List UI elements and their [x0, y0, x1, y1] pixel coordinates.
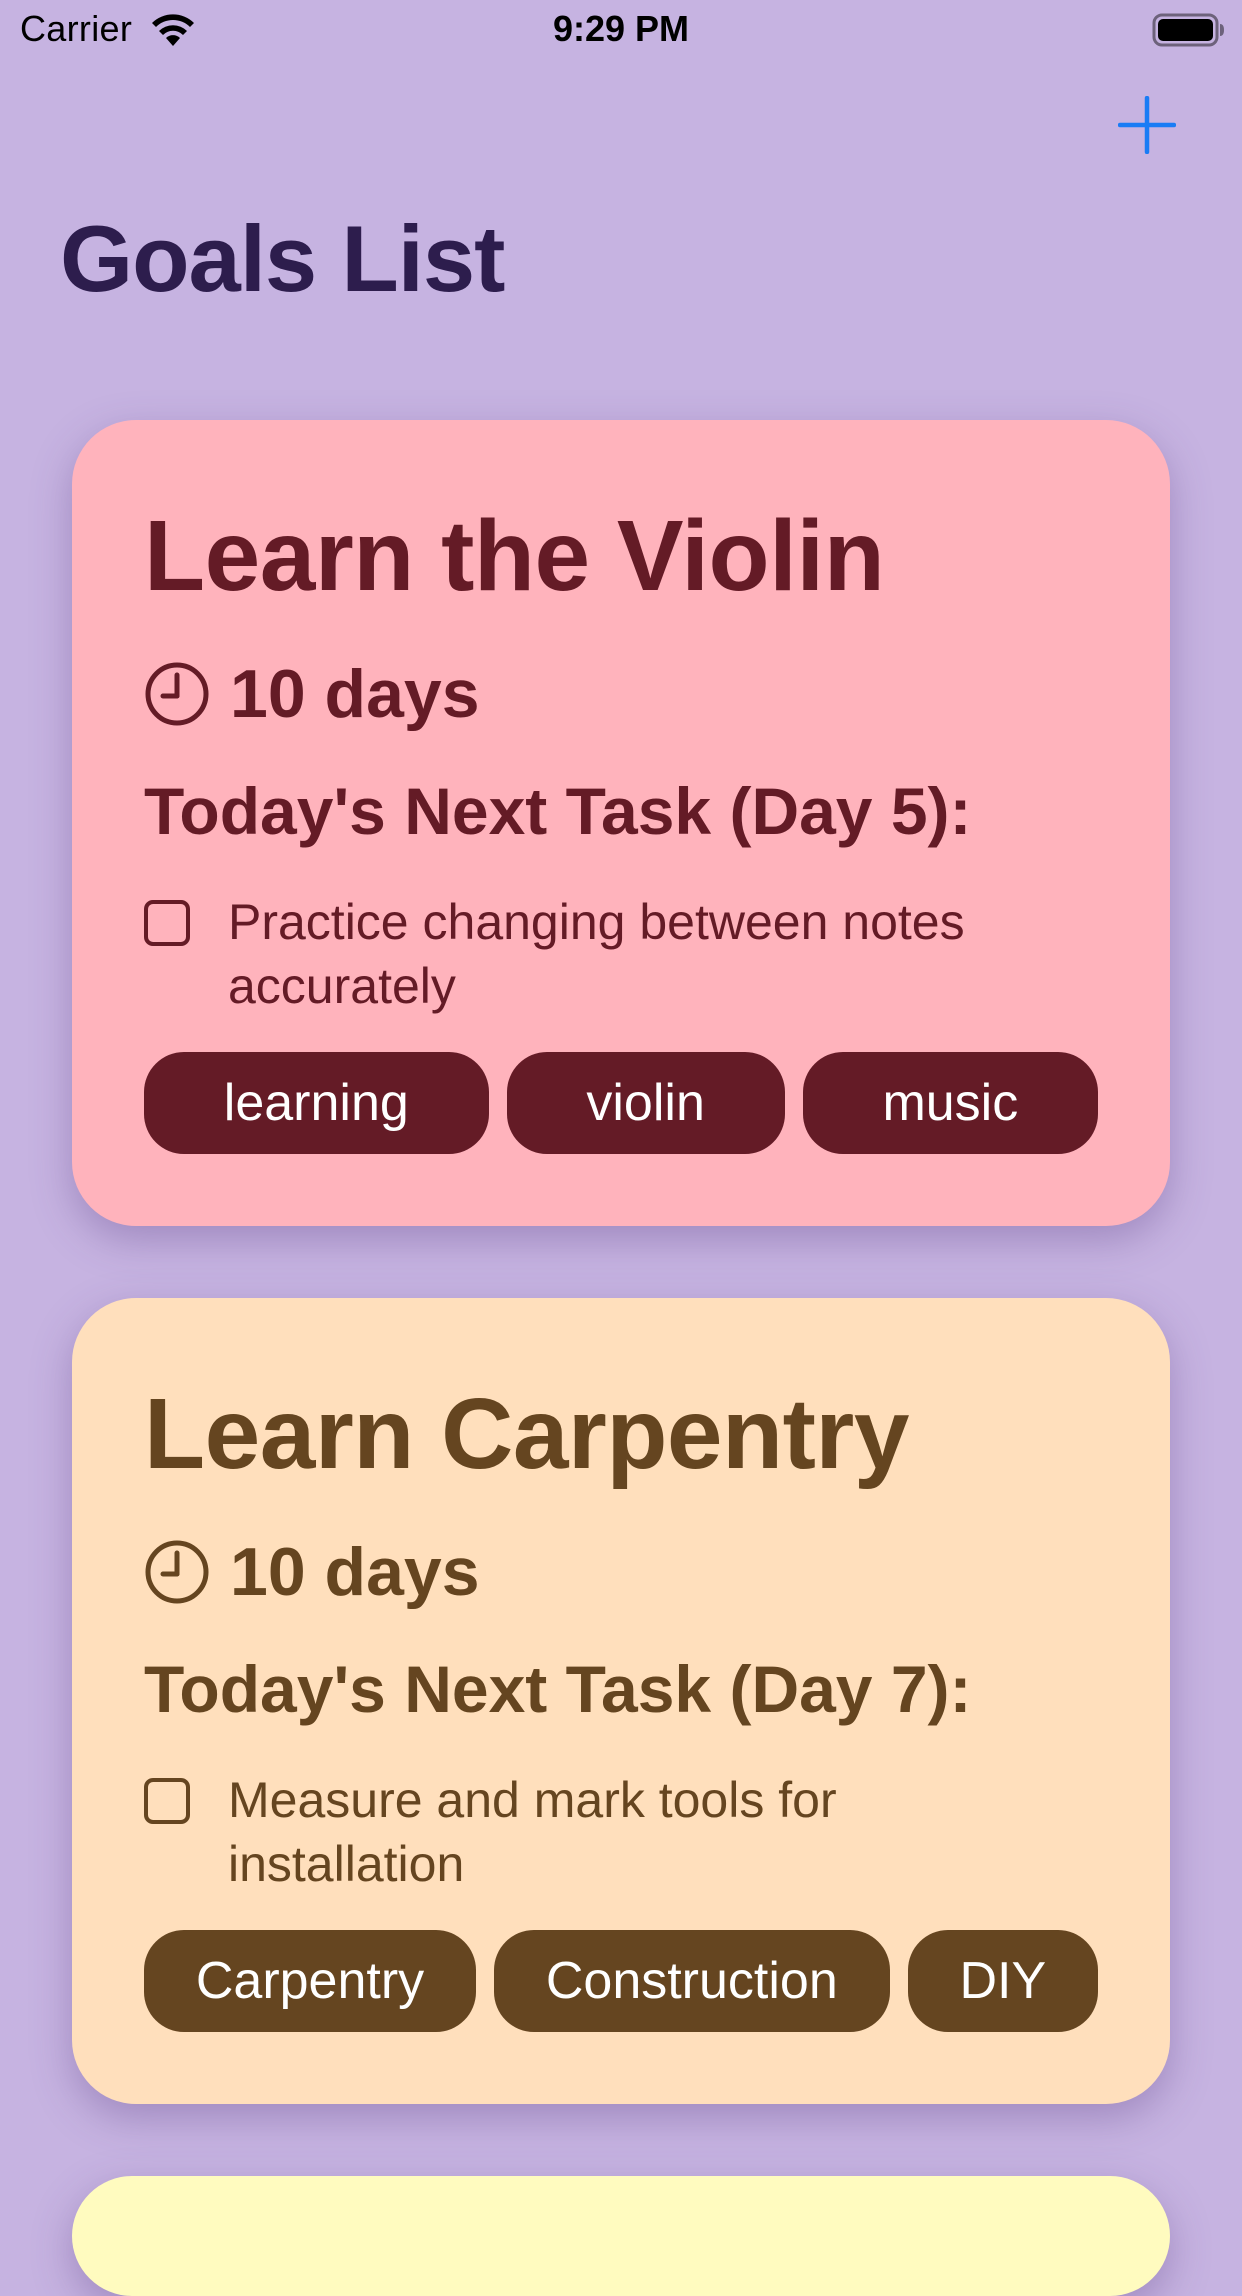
- goal-card[interactable]: Learn the Violin 10 days Today's Next Ta…: [72, 420, 1170, 1226]
- tag-list: Carpentry Construction DIY: [144, 1930, 1098, 2032]
- next-task-heading: Today's Next Task (Day 7):: [144, 1652, 972, 1726]
- plus-icon[interactable]: [1118, 96, 1176, 154]
- tag-chip[interactable]: Construction: [494, 1930, 890, 2032]
- clock-icon: [145, 1540, 209, 1604]
- goal-card[interactable]: Learn Carpentry 10 days Today's Next Tas…: [72, 1298, 1170, 2104]
- task-checkbox[interactable]: [144, 1778, 190, 1824]
- clock-icon: [145, 662, 209, 726]
- goal-title: Learn the Violin: [144, 500, 885, 612]
- battery-icon: [1152, 13, 1224, 47]
- task-text: Practice changing between notes accurate…: [228, 894, 965, 1014]
- goal-title: Learn Carpentry: [144, 1378, 909, 1490]
- task-checkbox[interactable]: [144, 900, 190, 946]
- tag-chip[interactable]: DIY: [907, 1930, 1098, 2032]
- page-title: Goals List: [60, 206, 505, 311]
- next-task-heading: Today's Next Task (Day 5):: [144, 774, 972, 848]
- tag-list: learning violin music: [144, 1052, 1099, 1154]
- goal-duration: 10 days: [144, 1538, 480, 1606]
- status-time: 9:29 PM: [552, 8, 690, 49]
- goal-card[interactable]: [72, 2176, 1170, 2296]
- tag-chip[interactable]: music: [802, 1052, 1099, 1154]
- duration-text: 10 days: [230, 656, 480, 732]
- duration-text: 10 days: [230, 1534, 480, 1610]
- tag-chip[interactable]: Carpentry: [144, 1930, 476, 2032]
- goal-duration: 10 days: [144, 660, 480, 728]
- status-bar: Carrier 9:29 PM: [0, 0, 1242, 62]
- task-text: Measure and mark tools for installation: [228, 1772, 837, 1892]
- tag-chip[interactable]: violin: [506, 1052, 785, 1154]
- tag-chip[interactable]: learning: [144, 1052, 489, 1154]
